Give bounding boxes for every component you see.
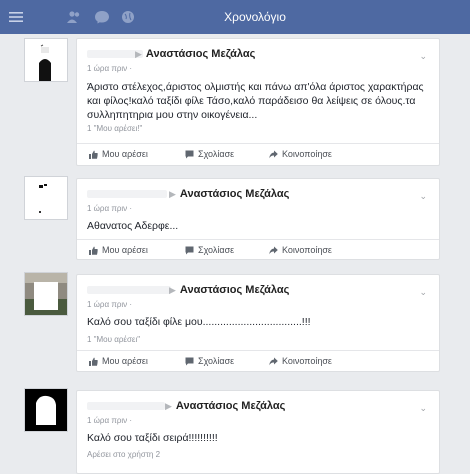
thumbs-up-icon — [89, 246, 98, 255]
post-author[interactable]: ▶ Αναστάσιος Μεζάλας — [165, 400, 285, 412]
like-count[interactable]: 1 "Μου αρέσει" — [87, 335, 140, 344]
like-button[interactable]: Μου αρέσει — [89, 245, 148, 255]
redacted-author — [87, 286, 171, 294]
chevron-down-icon[interactable]: ⌄ — [419, 191, 427, 202]
post-time[interactable]: 1 ώρα πριν · — [87, 300, 132, 309]
share-icon — [269, 150, 278, 159]
post-time[interactable]: 1 ώρα πριν · — [87, 416, 132, 425]
like-button[interactable]: Μου αρέσει — [89, 356, 148, 366]
post-actions: Μου αρέσει Σχολίασε Κοινοποίησε — [77, 350, 439, 372]
chevron-down-icon[interactable]: ⌄ — [419, 287, 427, 298]
post-card: ▶ Αναστάσιος Μεζάλας ⌄ 1 ώρα πριν · Καλό … — [76, 390, 440, 474]
like-button[interactable]: Μου αρέσει — [89, 149, 148, 159]
post-text: Αθανατος Αδερφε... — [87, 220, 179, 232]
like-count[interactable]: 1 "Μου αρέσει!" — [87, 124, 142, 133]
post-time[interactable]: 1 ώρα πριν · — [87, 64, 132, 73]
redacted-author — [87, 190, 167, 198]
share-button[interactable]: Κοινοποίησε — [269, 149, 332, 159]
avatar[interactable] — [24, 176, 68, 220]
post-author[interactable]: ▶ Αναστάσιος Μεζάλας — [169, 284, 289, 296]
comment-icon — [185, 357, 194, 366]
share-button[interactable]: Κοινοποίησε — [269, 356, 332, 366]
avatar[interactable] — [24, 272, 68, 316]
comment-icon — [185, 246, 194, 255]
chevron-down-icon[interactable]: ⌄ — [419, 403, 427, 414]
post-author[interactable]: ▶ Αναστάσιος Μεζάλας — [135, 48, 255, 60]
comment-icon — [185, 150, 194, 159]
avatar[interactable] — [24, 38, 68, 82]
comment-button[interactable]: Σχολίασε — [185, 356, 234, 366]
top-bar: Χρονολόγιο — [0, 0, 470, 34]
avatar[interactable] — [24, 388, 68, 432]
post-text: Άριστο στέλεχος,άριστος ολμιστής και πάν… — [87, 81, 424, 121]
redacted-author — [87, 402, 165, 410]
page-title: Χρονολόγιο — [224, 10, 286, 24]
share-button[interactable]: Κοινοποίησε — [269, 245, 332, 255]
post-card: ▶ Αναστάσιος Μεζάλας ⌄ 1 ώρα πριν · Καλό … — [76, 274, 440, 372]
post-actions: Μου αρέσει Σχολίασε Κοινοποίησε — [77, 143, 439, 165]
post-text: Καλό σου ταξίδι σειρά!!!!!!!!!! — [87, 432, 218, 444]
share-icon — [269, 246, 278, 255]
post-actions: Μου αρέσει Σχολίασε Κοινοποίησε — [77, 239, 439, 261]
chevron-down-icon[interactable]: ⌄ — [419, 51, 427, 62]
thumbs-up-icon — [89, 357, 98, 366]
post-text: Καλό σου ταξίδι φίλε μου................… — [87, 316, 311, 328]
share-icon — [269, 357, 278, 366]
thumbs-up-icon — [89, 150, 98, 159]
like-count[interactable]: Αρέσει στο χρήστη 2 — [87, 450, 160, 459]
post-card: ▶ Αναστάσιος Μεζάλας ⌄ 1 ώρα πριν · Αθανα… — [76, 178, 440, 260]
comment-button[interactable]: Σχολίασε — [185, 245, 234, 255]
post-time[interactable]: 1 ώρα πριν · — [87, 204, 132, 213]
comment-button[interactable]: Σχολίασε — [185, 149, 234, 159]
post-author[interactable]: ▶ Αναστάσιος Μεζάλας — [169, 188, 289, 200]
post-card: ▶ Αναστάσιος Μεζάλας ⌄ 1 ώρα πριν · Άριστ… — [76, 38, 440, 166]
